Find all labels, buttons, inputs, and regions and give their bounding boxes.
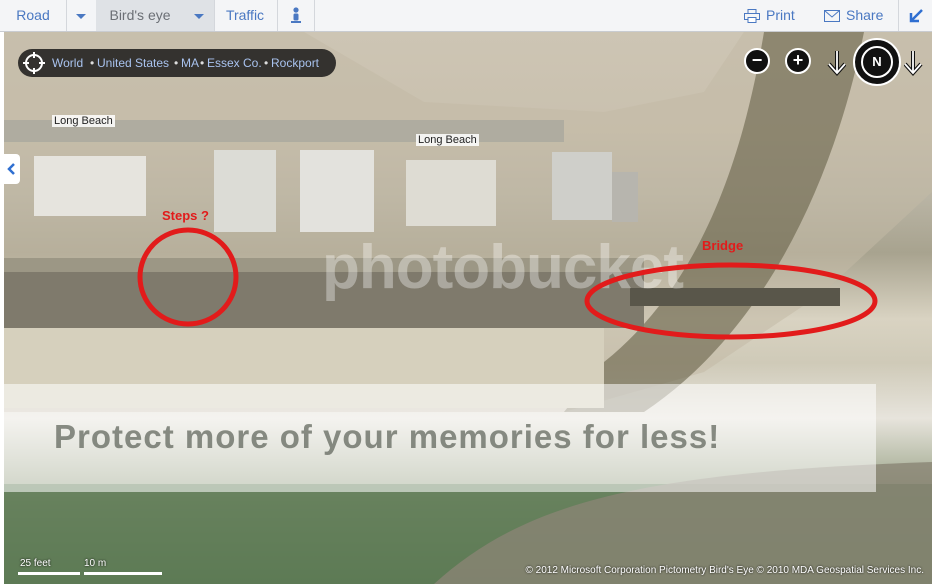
breadcrumb-world[interactable]: World <box>52 56 83 70</box>
breadcrumb-separator: • <box>200 56 205 70</box>
promo-watermark-banner: Protect more of your memories for less! <box>4 384 876 492</box>
share-button[interactable]: Share <box>818 0 888 31</box>
toolbar-divider <box>66 0 67 31</box>
scale-meters-bar <box>84 572 162 575</box>
toolbar-divider <box>314 0 315 31</box>
chevron-down-icon <box>76 14 86 19</box>
traffic-button[interactable]: Traffic <box>214 0 276 31</box>
share-label: Share <box>846 7 884 23</box>
promo-watermark-text: Protect more of your memories for less! <box>54 418 721 455</box>
print-label: Print <box>766 7 795 23</box>
scale-feet-label: 25 feet <box>20 558 51 569</box>
birds-eye-view-button[interactable]: Bird's eye <box>96 0 184 31</box>
breadcrumb-country[interactable]: United States <box>97 56 169 70</box>
rotate-left-icon[interactable] <box>826 48 846 76</box>
map-toolbar: Road Bird's eye Traffic Print Share <box>0 0 932 32</box>
steps-circle <box>137 227 239 327</box>
road-view-button[interactable]: Road <box>0 0 66 31</box>
breadcrumb-separator: • <box>264 56 269 70</box>
collapse-toolbar-button[interactable] <box>899 0 932 31</box>
breadcrumb-state[interactable]: MA <box>181 56 199 70</box>
zoom-out-button[interactable]: − <box>744 48 770 74</box>
person-icon <box>291 7 301 23</box>
breadcrumb-separator: • <box>174 56 179 70</box>
road-options-dropdown[interactable] <box>66 0 96 31</box>
scale-feet-bar <box>18 572 80 575</box>
scale-bar: 25 feet 10 m <box>18 558 168 578</box>
compass-button[interactable]: N <box>853 38 901 86</box>
print-button[interactable]: Print <box>740 0 804 31</box>
breadcrumb-separator: • <box>90 56 95 70</box>
compass-north-label: N <box>861 46 893 78</box>
expand-panel-button[interactable] <box>4 154 20 184</box>
chevron-down-icon <box>194 14 204 19</box>
location-breadcrumb: World • United States • MA • Essex Co. •… <box>18 49 336 77</box>
zoom-in-button[interactable]: + <box>785 48 811 74</box>
breadcrumb-city[interactable]: Rockport <box>271 56 319 70</box>
birds-eye-options-dropdown[interactable] <box>184 0 214 31</box>
bridge-circle <box>584 262 878 340</box>
streetside-button[interactable] <box>278 0 314 31</box>
scale-meters-label: 10 m <box>84 558 107 569</box>
annotation-circles <box>137 227 878 340</box>
map-canvas[interactable]: photobucket Long Beach Long Beach Steps … <box>4 32 932 584</box>
chevron-left-icon <box>7 163 15 175</box>
rotate-right-icon[interactable] <box>904 48 924 76</box>
locate-icon[interactable] <box>22 51 46 75</box>
arrow-down-left-icon <box>909 9 923 23</box>
printer-icon <box>744 9 760 23</box>
breadcrumb-county[interactable]: Essex Co. <box>207 56 262 70</box>
mail-icon <box>824 10 840 22</box>
map-copyright: © 2012 Microsoft Corporation Pictometry … <box>525 565 924 576</box>
